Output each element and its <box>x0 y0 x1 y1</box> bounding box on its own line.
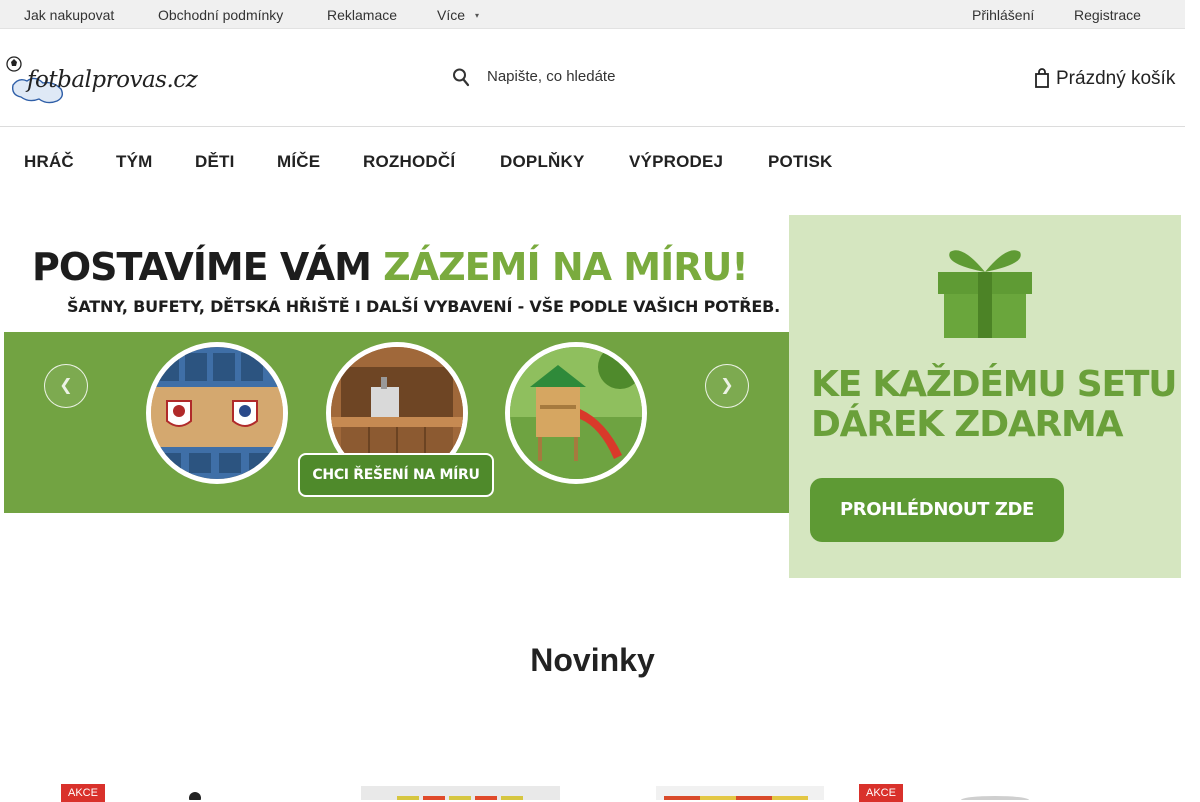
link-obchodni-podminky[interactable]: Obchodní podmínky <box>158 7 283 23</box>
search-input[interactable]: Napište, co hledáte <box>487 68 615 85</box>
gift-promo-banner[interactable]: KE KAŽDÉMU SETU DÁREK ZDARMA PROHLÉDNOUT… <box>789 215 1181 578</box>
banner-title-dark: POSTAVÍME VÁM <box>32 245 384 289</box>
nav-item-mice[interactable]: MÍČE <box>277 152 320 172</box>
banner-title: POSTAVÍME VÁM ZÁZEMÍ NA MÍRU! <box>32 245 749 289</box>
site-logo[interactable]: fotbalprovas.cz <box>5 47 198 107</box>
register-link[interactable]: Registrace <box>1074 7 1141 23</box>
chevron-left-icon: ❮ <box>59 377 73 394</box>
playground-graphic <box>510 347 642 479</box>
nav-item-deti[interactable]: DĚTI <box>195 152 235 172</box>
nav-item-doplnky[interactable]: DOPLŇKY <box>500 152 585 172</box>
more-menu-label: Více <box>437 7 466 23</box>
gift-icon <box>938 250 1032 338</box>
banner-title-green: ZÁZEMÍ NA MÍRU! <box>383 245 748 289</box>
gift-promo-line-1: KE KAŽDÉMU SETU <box>811 364 1177 405</box>
logo-text: fotbalprovas.cz <box>27 67 198 93</box>
product-thumb-1 <box>189 792 201 800</box>
product-image[interactable] <box>180 786 210 800</box>
chevron-right-icon: ❯ <box>720 377 734 394</box>
playground-image <box>505 342 647 484</box>
site-header: fotbalprovas.cz Napište, co hledáte Práz… <box>0 29 1185 127</box>
locker-room-graphic <box>151 347 283 479</box>
sale-badge: AKCE <box>859 784 903 802</box>
product-image[interactable] <box>955 786 1035 800</box>
nav-item-hrac[interactable]: HRÁČ <box>24 152 74 172</box>
sale-badge: AKCE <box>61 784 105 802</box>
custom-solution-button[interactable]: CHCI ŘEŠENÍ NA MÍRU <box>298 453 494 497</box>
gift-promo-line-2: DÁREK ZDARMA <box>811 404 1124 445</box>
view-here-button[interactable]: PROHLÉDNOUT ZDE <box>810 478 1064 542</box>
link-jak-nakupovat[interactable]: Jak nakupovat <box>24 7 114 23</box>
product-thumb-4 <box>961 796 1029 800</box>
login-link[interactable]: Přihlášení <box>972 7 1034 23</box>
cart-icon <box>1035 68 1049 88</box>
more-menu-button[interactable]: Více ▾ <box>437 7 479 23</box>
promo-carousel[interactable]: POSTAVÍME VÁM ZÁZEMÍ NA MÍRU! ŠATNY, BUF… <box>4 215 789 513</box>
product-image[interactable] <box>361 786 560 800</box>
nav-item-tym[interactable]: TÝM <box>116 152 152 172</box>
nav-item-rozhodci[interactable]: ROZHODČÍ <box>363 152 455 172</box>
search-icon[interactable] <box>452 67 470 87</box>
link-reklamace[interactable]: Reklamace <box>327 7 397 23</box>
carousel-prev-button[interactable]: ❮ <box>44 364 88 408</box>
main-navigation: HRÁČ TÝM DĚTI MÍČE ROZHODČÍ DOPLŇKY VÝPR… <box>0 127 1185 195</box>
gift-promo-text: KE KAŽDÉMU SETU DÁREK ZDARMA <box>811 364 1177 445</box>
section-title: Novinky <box>530 642 655 678</box>
locker-room-image <box>146 342 288 484</box>
carousel-next-button[interactable]: ❯ <box>705 364 749 408</box>
product-thumb-3 <box>664 796 808 800</box>
nav-item-potisk[interactable]: POTISK <box>768 152 833 172</box>
product-image[interactable] <box>656 786 824 800</box>
chevron-down-icon: ▾ <box>475 11 480 20</box>
nav-item-vyprodej[interactable]: VÝPRODEJ <box>629 152 723 172</box>
banner-subtitle: ŠATNY, BUFETY, DĚTSKÁ HŘIŠTĚ I DALŠÍ VYB… <box>67 297 780 316</box>
cart-label: Prázdný košík <box>1056 68 1176 89</box>
product-thumb-2 <box>397 796 523 800</box>
top-utility-bar: Jak nakupovat Obchodní podmínky Reklamac… <box>0 0 1185 29</box>
